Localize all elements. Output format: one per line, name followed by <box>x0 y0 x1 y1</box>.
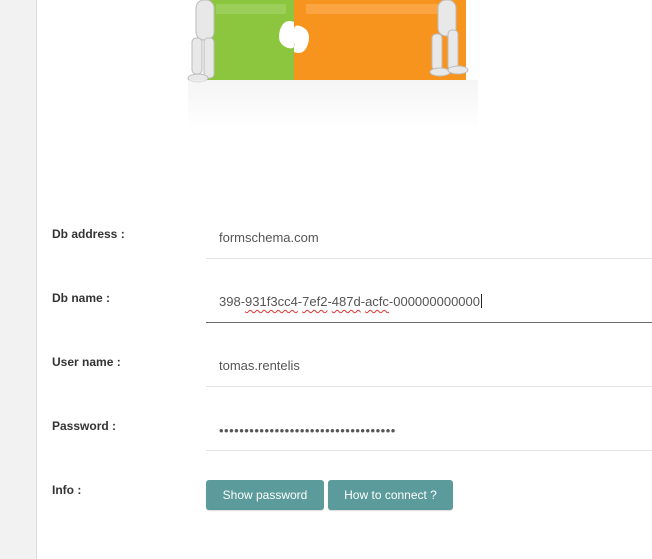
password-value: ••••••••••••••••••••••••••••••••••• <box>219 423 396 438</box>
db-address-row: Db address : formschema.com <box>0 222 652 286</box>
user-name-label: User name : <box>52 355 121 369</box>
puzzle-people-illustration <box>176 0 486 140</box>
db-address-field[interactable]: formschema.com <box>206 222 652 259</box>
db-address-label: Db address : <box>52 227 125 241</box>
user-name-row: User name : tomas.rentelis <box>0 350 652 414</box>
password-label: Password : <box>52 419 117 433</box>
password-row: Password : •••••••••••••••••••••••••••••… <box>0 414 652 478</box>
left-figure <box>187 0 215 83</box>
show-password-button[interactable]: Show password <box>206 480 324 510</box>
db-name-row: Db name : 398-931f3cc4-7ef2-487d-acfc-00… <box>0 286 652 350</box>
db-name-field[interactable]: 398-931f3cc4-7ef2-487d-acfc-000000000000 <box>206 286 652 323</box>
db-name-label: Db name : <box>52 291 111 305</box>
password-field[interactable]: ••••••••••••••••••••••••••••••••••• <box>206 414 652 451</box>
db-address-value: formschema.com <box>219 230 319 245</box>
info-label: Info : <box>52 483 82 497</box>
text-caret <box>481 294 482 308</box>
user-name-field[interactable]: tomas.rentelis <box>206 350 652 387</box>
db-name-value: 398-931f3cc4-7ef2-487d-acfc-000000000000 <box>219 294 482 309</box>
how-to-connect-button[interactable]: How to connect ? <box>328 480 453 510</box>
user-name-value: tomas.rentelis <box>219 358 300 373</box>
